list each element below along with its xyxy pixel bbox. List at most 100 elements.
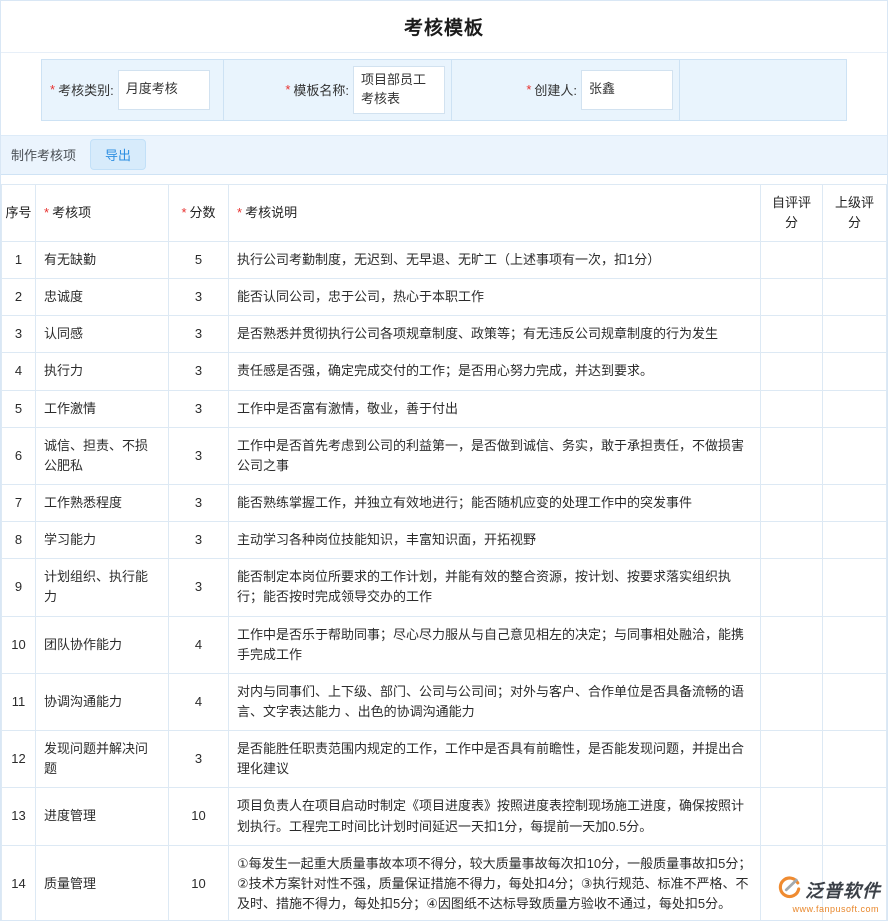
category-label: * 考核类别: — [50, 80, 114, 99]
row-description: ①每发生一起重大质量事故本项不得分，较大质量事故每次扣10分，一般质量事故扣5分… — [229, 845, 761, 921]
row-superior-score-cell — [823, 788, 887, 845]
row-superior-score-cell — [823, 616, 887, 673]
row-superior-score-cell — [823, 673, 887, 730]
form-empty-cell — [680, 60, 846, 120]
row-item: 工作激情 — [36, 390, 169, 427]
row-no: 8 — [2, 522, 36, 559]
col-header-description: *考核说明 — [229, 184, 761, 241]
row-self-score-cell — [761, 353, 823, 390]
creator-value-input[interactable]: 张鑫 — [581, 70, 673, 110]
row-superior-score-cell — [823, 731, 887, 788]
row-superior-score-cell — [823, 279, 887, 316]
required-marker: * — [181, 205, 186, 220]
row-no: 12 — [2, 731, 36, 788]
row-self-score-cell — [761, 788, 823, 845]
table-row: 5 工作激情 3 工作中是否富有激情，敬业，善于付出 — [2, 390, 887, 427]
table-row: 13 进度管理 10 项目负责人在项目启动时制定《项目进度表》按照进度表控制现场… — [2, 788, 887, 845]
row-description: 责任感是否强，确定完成交付的工作；是否用心努力完成，并达到要求。 — [229, 353, 761, 390]
row-self-score-cell — [761, 673, 823, 730]
row-no: 13 — [2, 788, 36, 845]
row-description: 工作中是否乐于帮助同事；尽心尽力服从与自己意见相左的决定；与同事相处融洽，能携手… — [229, 616, 761, 673]
table-row: 3 认同感 3 是否熟悉并贯彻执行公司各项规章制度、政策等；有无违反公司规章制度… — [2, 316, 887, 353]
row-item: 诚信、担责、不损公肥私 — [36, 427, 169, 484]
header-form: * 考核类别: 月度考核 * 模板名称: 项目部员工考核表 * 创建人: 张鑫 — [41, 59, 847, 121]
row-description: 工作中是否富有激情，敬业，善于付出 — [229, 390, 761, 427]
creator-label: * 创建人: — [526, 80, 577, 99]
row-no: 1 — [2, 241, 36, 278]
row-item: 进度管理 — [36, 788, 169, 845]
row-item: 团队协作能力 — [36, 616, 169, 673]
required-marker: * — [526, 82, 531, 97]
row-score: 3 — [169, 427, 229, 484]
row-self-score-cell — [761, 559, 823, 616]
row-superior-score-cell — [823, 316, 887, 353]
page-title: 考核模板 — [404, 13, 484, 40]
required-marker: * — [285, 82, 290, 97]
table-row: 10 团队协作能力 4 工作中是否乐于帮助同事；尽心尽力服从与自己意见相左的决定… — [2, 616, 887, 673]
assessment-template-page: 考核模板 * 考核类别: 月度考核 * 模板名称: 项目部员工考核表 * 创建人… — [0, 0, 888, 921]
row-no: 4 — [2, 353, 36, 390]
row-superior-score-cell — [823, 241, 887, 278]
row-no: 5 — [2, 390, 36, 427]
row-score: 3 — [169, 522, 229, 559]
export-button[interactable]: 导出 — [90, 139, 146, 170]
row-score: 3 — [169, 279, 229, 316]
row-superior-score-cell — [823, 559, 887, 616]
row-description: 对内与同事们、上下级、部门、公司与公司间；对外与客户、合作单位是否具备流畅的语言… — [229, 673, 761, 730]
form-field-creator: * 创建人: 张鑫 — [452, 60, 680, 120]
row-description: 能否认同公司，忠于公司，热心于本职工作 — [229, 279, 761, 316]
row-description: 执行公司考勤制度，无迟到、无早退、无旷工（上述事项有一次，扣1分） — [229, 241, 761, 278]
row-item: 协调沟通能力 — [36, 673, 169, 730]
row-no: 14 — [2, 845, 36, 921]
header-row: 序号 *考核项 *分数 *考核说明 自评评分 上级评分 — [2, 184, 887, 241]
row-self-score-cell — [761, 316, 823, 353]
row-item: 发现问题并解决问题 — [36, 731, 169, 788]
assessment-table: 序号 *考核项 *分数 *考核说明 自评评分 上级评分 — [1, 184, 887, 921]
form-field-template-name: * 模板名称: 项目部员工考核表 — [224, 60, 452, 120]
row-score: 4 — [169, 616, 229, 673]
form-field-category: * 考核类别: 月度考核 — [42, 60, 224, 120]
table-row: 7 工作熟悉程度 3 能否熟练掌握工作，并独立有效地进行；能否随机应变的处理工作… — [2, 484, 887, 521]
required-marker: * — [237, 205, 242, 220]
row-no: 6 — [2, 427, 36, 484]
row-self-score-cell — [761, 616, 823, 673]
row-item: 工作熟悉程度 — [36, 484, 169, 521]
section-title: 制作考核项 — [11, 145, 76, 164]
row-no: 11 — [2, 673, 36, 730]
col-header-no: 序号 — [2, 184, 36, 241]
col-header-item: *考核项 — [36, 184, 169, 241]
row-score: 3 — [169, 484, 229, 521]
row-no: 9 — [2, 559, 36, 616]
row-no: 7 — [2, 484, 36, 521]
row-item: 执行力 — [36, 353, 169, 390]
table-row: 9 计划组织、执行能力 3 能否制定本岗位所要求的工作计划，并能有效的整合资源，… — [2, 559, 887, 616]
row-superior-score-cell — [823, 390, 887, 427]
row-description: 项目负责人在项目启动时制定《项目进度表》按照进度表控制现场施工进度，确保按照计划… — [229, 788, 761, 845]
row-score: 3 — [169, 353, 229, 390]
row-description: 工作中是否首先考虑到公司的利益第一，是否做到诚信、务实，敢于承担责任，不做损害公… — [229, 427, 761, 484]
col-header-score: *分数 — [169, 184, 229, 241]
category-value-input[interactable]: 月度考核 — [118, 70, 210, 110]
row-self-score-cell — [761, 241, 823, 278]
row-self-score-cell — [761, 845, 823, 921]
row-item: 学习能力 — [36, 522, 169, 559]
table-row: 12 发现问题并解决问题 3 是否能胜任职责范围内规定的工作，工作中是否具有前瞻… — [2, 731, 887, 788]
row-no: 3 — [2, 316, 36, 353]
table-row: 6 诚信、担责、不损公肥私 3 工作中是否首先考虑到公司的利益第一，是否做到诚信… — [2, 427, 887, 484]
col-header-superior-score: 上级评分 — [823, 184, 887, 241]
template-name-input[interactable]: 项目部员工考核表 — [353, 66, 445, 114]
row-self-score-cell — [761, 731, 823, 788]
row-score: 3 — [169, 316, 229, 353]
row-description: 是否熟悉并贯彻执行公司各项规章制度、政策等；有无违反公司规章制度的行为发生 — [229, 316, 761, 353]
row-score: 3 — [169, 731, 229, 788]
row-no: 10 — [2, 616, 36, 673]
row-score: 10 — [169, 788, 229, 845]
row-item: 忠诚度 — [36, 279, 169, 316]
row-superior-score-cell — [823, 353, 887, 390]
table-row: 8 学习能力 3 主动学习各种岗位技能知识，丰富知识面，开拓视野 — [2, 522, 887, 559]
table-row: 2 忠诚度 3 能否认同公司，忠于公司，热心于本职工作 — [2, 279, 887, 316]
row-superior-score-cell — [823, 522, 887, 559]
row-no: 2 — [2, 279, 36, 316]
table-row: 11 协调沟通能力 4 对内与同事们、上下级、部门、公司与公司间；对外与客户、合… — [2, 673, 887, 730]
row-self-score-cell — [761, 484, 823, 521]
